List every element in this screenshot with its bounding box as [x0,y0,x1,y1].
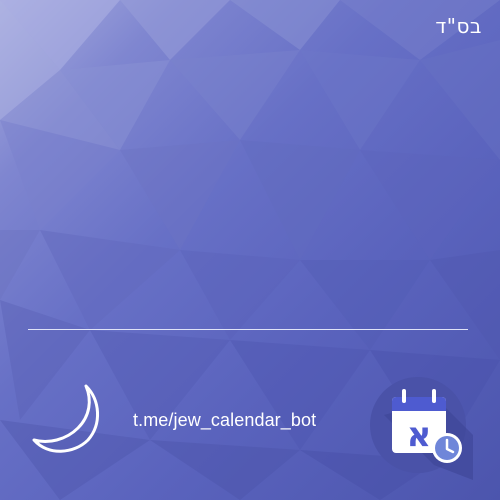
divider-line [28,329,468,330]
besd-blessing: בס"ד [435,14,482,38]
calendar-bot-card: בס"ד t.me/jew_calendar_bot א [0,0,500,500]
crescent-moon-icon [32,384,100,453]
telegram-bot-link[interactable]: t.me/jew_calendar_bot [133,410,316,431]
aleph-letter: א [407,415,432,455]
calendar-clock-icon: א [370,377,473,480]
